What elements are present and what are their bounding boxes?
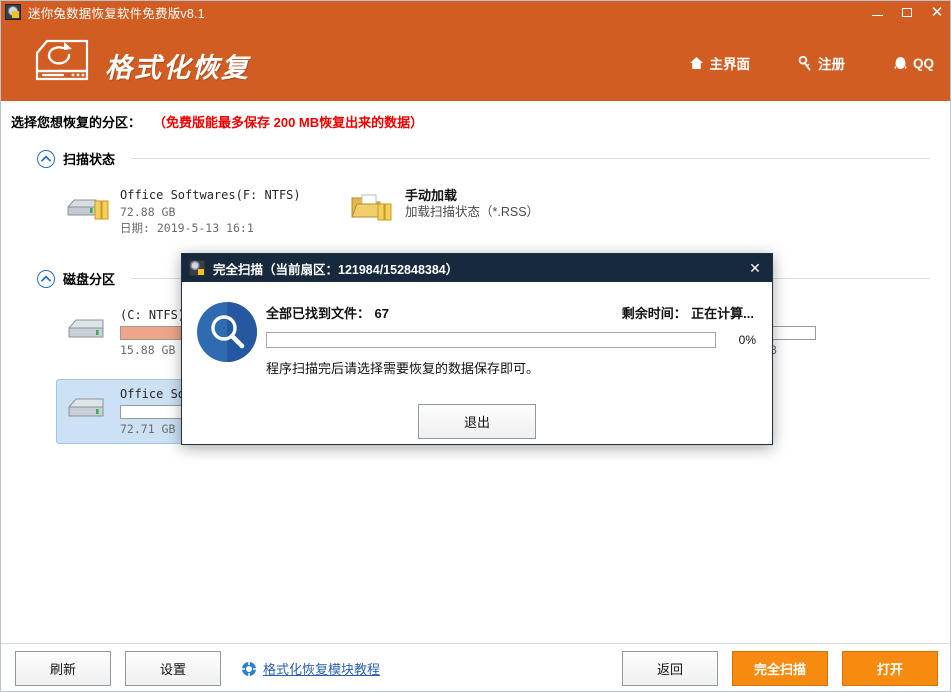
section-title-disk-partitions: 磁盘分区 xyxy=(63,272,116,287)
dialog-status-row: 全部已找到文件： 67 剩余时间： 正在计算... xyxy=(266,303,754,323)
list-item-date: 日期: 2019-5-13 16:1 xyxy=(120,221,254,235)
window-titlebar: 迷你兔数据恢复软件免费版v8.1 ✕ xyxy=(1,1,950,23)
minimize-icon xyxy=(871,15,883,16)
close-button[interactable]: ✕ xyxy=(922,1,950,23)
refresh-button[interactable]: 刷新 xyxy=(15,651,111,686)
found-files-value: 67 xyxy=(374,306,389,321)
app-tool-icon xyxy=(5,4,21,20)
chevron-up-icon[interactable] xyxy=(37,269,55,288)
scan-progress-text: 0% xyxy=(738,333,756,347)
dialog-title: 完全扫描（当前扇区：121984/152848384） xyxy=(213,262,459,277)
dialog-close-button[interactable]: ✕ xyxy=(744,257,766,279)
back-button[interactable]: 返回 xyxy=(622,651,718,686)
dialog-titlebar: 完全扫描（当前扇区：121984/152848384） ✕ xyxy=(182,254,772,282)
key-icon xyxy=(798,55,813,71)
help-tutorial-link[interactable]: 格式化恢复模块教程 xyxy=(241,659,380,678)
open-button[interactable]: 打开 xyxy=(842,651,938,686)
found-files-group: 全部已找到文件： 67 xyxy=(266,303,389,323)
list-item-texts: Office Softwares(F: NTFS) 72.88 GB 日期: 2… xyxy=(120,187,301,236)
remaining-time-group: 剩余时间： 正在计算... xyxy=(622,303,754,323)
window-controls: ✕ xyxy=(862,1,950,23)
scan-status-items: Office Softwares(F: NTFS) 72.88 GB 日期: 2… xyxy=(1,180,950,243)
dialog-actions: 退出 xyxy=(182,404,772,439)
list-item-texts: 手动加载 加载扫描状态（*.RSS） xyxy=(405,187,539,220)
exit-button[interactable]: 退出 xyxy=(418,404,536,439)
footer-toolbar: 刷新 设置 格式化恢复模块教程 返回 完全扫描 打开 xyxy=(1,643,950,691)
nav-item-qq[interactable]: QQ xyxy=(893,56,934,71)
list-item-subtitle: 加载扫描状态（*.RSS） xyxy=(405,205,540,219)
disk-refresh-icon xyxy=(31,37,93,85)
nav-label-register: 注册 xyxy=(817,57,845,72)
hdd-icon xyxy=(65,311,111,345)
remaining-time-value: 正在计算... xyxy=(691,306,754,321)
nav-item-home[interactable]: 主界面 xyxy=(689,53,750,73)
lifebuoy-icon xyxy=(241,661,257,677)
list-item-title: 手动加载 xyxy=(405,188,458,203)
dialog-progress-row: 0% xyxy=(266,332,756,348)
qq-penguin-icon xyxy=(893,56,908,71)
maximize-button[interactable] xyxy=(892,1,922,23)
subheader: 选择您想恢复的分区： （免费版能最多保存 200 MB恢复出来的数据） xyxy=(1,101,950,141)
footer-left-group: 刷新 设置 格式化恢复模块教程 xyxy=(15,651,380,686)
folder-open-icon xyxy=(350,191,396,225)
dialog-hint-text: 程序扫描完后请选择需要恢复的数据保存即可。 xyxy=(266,361,540,376)
application-window: 迷你兔数据恢复软件免费版v8.1 ✕ 格式化恢复 主界面 注册 QQ 选择您想恢… xyxy=(0,0,951,692)
nav-item-register[interactable]: 注册 xyxy=(798,53,845,73)
section-divider xyxy=(131,158,930,159)
section-title-scan-status: 扫描状态 xyxy=(63,152,116,167)
dialog-body: 全部已找到文件： 67 剩余时间： 正在计算... 0% 程序扫描完后请选择需要… xyxy=(182,282,772,445)
settings-button[interactable]: 设置 xyxy=(125,651,221,686)
chevron-up-icon[interactable] xyxy=(37,149,55,168)
section-header-scan-status: 扫描状态 xyxy=(1,149,950,168)
remaining-time-label: 剩余时间： xyxy=(621,306,687,321)
full-scan-dialog: 完全扫描（当前扇区：121984/152848384） ✕ 全部已找到文件： 6… xyxy=(181,253,773,445)
footer-right-group: 返回 完全扫描 打开 xyxy=(622,651,938,686)
close-icon: ✕ xyxy=(930,3,944,21)
full-scan-button[interactable]: 完全扫描 xyxy=(732,651,828,686)
subheader-note: （免费版能最多保存 200 MB恢复出来的数据） xyxy=(153,114,424,130)
magnifier-badge-icon xyxy=(196,301,258,363)
window-title: 迷你兔数据恢复软件免费版v8.1 xyxy=(28,6,205,21)
app-header: 格式化恢复 主界面 注册 QQ xyxy=(1,23,950,101)
subheader-label: 选择您想恢复的分区： xyxy=(11,114,142,130)
found-files-label: 全部已找到文件： xyxy=(266,306,371,321)
list-item-title: Office Softwares(F: NTFS) xyxy=(120,188,301,202)
help-tutorial-label: 格式化恢复模块教程 xyxy=(263,662,381,677)
nav-label-qq: QQ xyxy=(912,55,934,71)
maximize-icon xyxy=(902,7,912,17)
header-nav: 主界面 注册 QQ xyxy=(689,53,934,73)
minimize-button[interactable] xyxy=(862,1,892,23)
page-title: 格式化恢复 xyxy=(105,53,250,84)
list-item[interactable]: Office Softwares(F: NTFS) 72.88 GB 日期: 2… xyxy=(56,180,316,243)
list-item-size: 72.88 GB xyxy=(120,205,176,219)
nav-label-home: 主界面 xyxy=(709,57,750,72)
home-icon xyxy=(689,56,704,71)
app-tool-icon xyxy=(189,260,205,276)
scan-progress-bar xyxy=(266,332,716,348)
list-item[interactable]: 手动加载 加载扫描状态（*.RSS） xyxy=(341,180,601,243)
hdd-icon xyxy=(65,390,111,424)
hdd-partial-icon xyxy=(65,191,111,225)
